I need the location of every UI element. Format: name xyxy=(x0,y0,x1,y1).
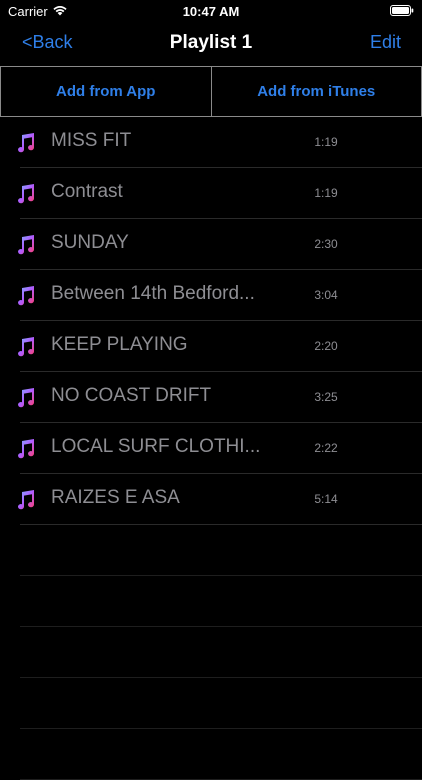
track-duration: 1:19 xyxy=(300,135,352,149)
music-note-icon xyxy=(14,437,38,461)
track-duration: 3:04 xyxy=(300,288,352,302)
track-title: RAIZES E ASA xyxy=(51,487,266,509)
track-title: SUNDAY xyxy=(51,232,266,254)
empty-table-row xyxy=(0,525,422,576)
music-note-icon xyxy=(14,284,38,308)
battery-icon xyxy=(390,5,414,16)
track-row[interactable]: Contrast 1:19 xyxy=(0,168,422,219)
track-duration: 2:30 xyxy=(300,237,352,251)
add-actions-bar: Add from App Add from iTunes xyxy=(0,66,422,117)
track-row[interactable]: MISS FIT 1:19 xyxy=(0,117,422,168)
music-note-icon xyxy=(14,131,38,155)
track-title: Contrast xyxy=(51,181,266,203)
empty-table-row xyxy=(0,678,422,729)
status-time: 10:47 AM xyxy=(0,4,422,19)
track-duration: 5:14 xyxy=(300,492,352,506)
empty-table-row xyxy=(0,576,422,627)
music-note-icon xyxy=(14,335,38,359)
track-row[interactable]: Between 14th Bedford... 3:04 xyxy=(0,270,422,321)
track-duration: 1:19 xyxy=(300,186,352,200)
navigation-bar: <Back Playlist 1 Edit xyxy=(0,24,422,66)
track-title: Between 14th Bedford... xyxy=(51,283,266,305)
track-row[interactable]: RAIZES E ASA 5:14 xyxy=(0,474,422,525)
track-title: LOCAL SURF CLOTHI... xyxy=(51,436,266,458)
empty-table-row xyxy=(0,627,422,678)
track-row[interactable]: NO COAST DRIFT 3:25 xyxy=(0,372,422,423)
track-duration: 2:22 xyxy=(300,441,352,455)
track-title: NO COAST DRIFT xyxy=(51,385,266,407)
back-button[interactable]: <Back xyxy=(22,32,73,53)
add-from-itunes-button[interactable]: Add from iTunes xyxy=(211,67,422,116)
empty-table-row xyxy=(0,729,422,780)
music-note-icon xyxy=(14,386,38,410)
music-note-icon xyxy=(14,182,38,206)
track-row[interactable]: SUNDAY 2:30 xyxy=(0,219,422,270)
music-note-icon xyxy=(14,233,38,257)
track-row[interactable]: KEEP PLAYING 2:20 xyxy=(0,321,422,372)
music-note-icon xyxy=(14,488,38,512)
track-duration: 2:20 xyxy=(300,339,352,353)
edit-button[interactable]: Edit xyxy=(370,32,401,53)
track-duration: 3:25 xyxy=(300,390,352,404)
track-row[interactable]: LOCAL SURF CLOTHI... 2:22 xyxy=(0,423,422,474)
add-from-app-button[interactable]: Add from App xyxy=(0,67,211,116)
track-title: MISS FIT xyxy=(51,130,266,152)
status-bar: Carrier 10:47 AM xyxy=(0,0,422,24)
track-title: KEEP PLAYING xyxy=(51,334,266,356)
track-list: MISS FIT 1:19 Contrast 1:19 SUNDAY 2:30 Bet… xyxy=(0,117,422,780)
